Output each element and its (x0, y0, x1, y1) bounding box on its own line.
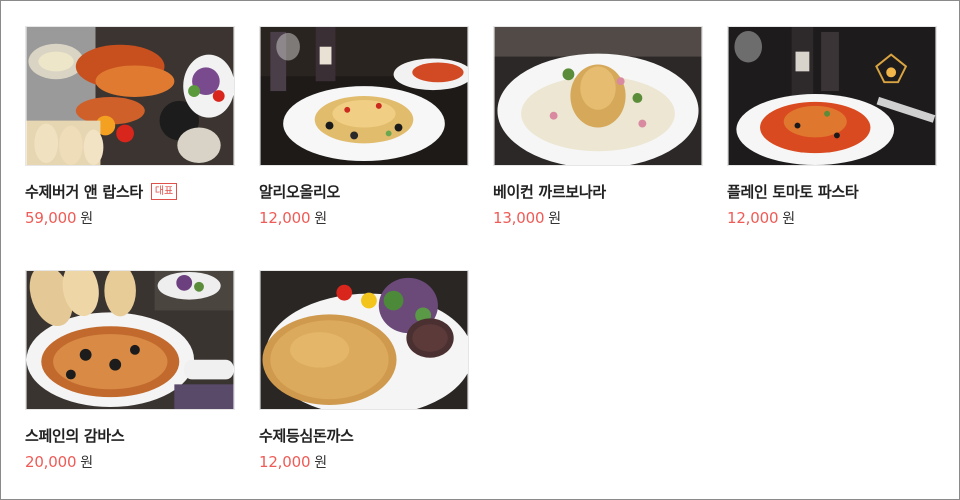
aglio-olio-photo[interactable] (259, 26, 469, 166)
menu-panel: 수제버거 앤 랍스타 대표 59,000 원 알리오올리오 12,000 원 베… (0, 0, 960, 500)
menu-item-card[interactable]: 스페인의 감바스 20,000 원 (25, 270, 235, 472)
menu-item-name[interactable]: 알리오올리오 (259, 181, 340, 202)
currency-unit: 원 (80, 211, 94, 227)
menu-item-price: 20,000 (25, 453, 77, 471)
menu-item-name-row: 수제버거 앤 랍스타 대표 (25, 180, 235, 202)
signature-badge: 대표 (150, 182, 178, 200)
menu-item-price: 12,000 (727, 209, 779, 227)
gambas-photo[interactable] (25, 270, 235, 410)
menu-item-name-row: 수제등심돈까스 (259, 424, 469, 446)
menu-item-name[interactable]: 베이컨 까르보나라 (493, 181, 606, 202)
menu-item-price-row: 12,000 원 (259, 208, 469, 228)
menu-item-name[interactable]: 수제등심돈까스 (259, 425, 354, 446)
carbonara-photo[interactable] (493, 26, 703, 166)
menu-item-name-row: 플레인 토마토 파스타 (727, 180, 937, 202)
currency-unit: 원 (782, 211, 796, 227)
tomato-pasta-photo[interactable] (727, 26, 937, 166)
pork-cutlet-photo[interactable] (259, 270, 469, 410)
currency-unit: 원 (548, 211, 562, 227)
menu-item-card[interactable]: 수제버거 앤 랍스타 대표 59,000 원 (25, 26, 235, 228)
menu-item-card[interactable]: 베이컨 까르보나라 13,000 원 (493, 26, 703, 228)
aglio-olio-image (260, 27, 468, 165)
menu-item-name-row: 스페인의 감바스 (25, 424, 235, 446)
menu-item-price-row: 20,000 원 (25, 452, 235, 472)
lobster-platter-image (26, 27, 234, 165)
menu-item-price: 12,000 (259, 209, 311, 227)
currency-unit: 원 (314, 211, 328, 227)
menu-item-price: 13,000 (493, 209, 545, 227)
menu-item-name[interactable]: 스페인의 감바스 (25, 425, 125, 446)
menu-item-price-row: 59,000 원 (25, 208, 235, 228)
menu-item-card[interactable]: 플레인 토마토 파스타 12,000 원 (727, 26, 937, 228)
currency-unit: 원 (314, 455, 328, 471)
menu-item-name[interactable]: 수제버거 앤 랍스타 (25, 181, 143, 202)
tomato-pasta-image (728, 27, 936, 165)
menu-item-card[interactable]: 알리오올리오 12,000 원 (259, 26, 469, 228)
menu-item-price-row: 12,000 원 (727, 208, 937, 228)
gambas-image (26, 271, 234, 409)
menu-item-name-row: 알리오올리오 (259, 180, 469, 202)
menu-item-card[interactable]: 수제등심돈까스 12,000 원 (259, 270, 469, 472)
carbonara-image (494, 27, 702, 165)
menu-item-price: 59,000 (25, 209, 77, 227)
menu-item-price: 12,000 (259, 453, 311, 471)
menu-item-price-row: 12,000 원 (259, 452, 469, 472)
menu-item-name[interactable]: 플레인 토마토 파스타 (727, 181, 859, 202)
menu-item-name-row: 베이컨 까르보나라 (493, 180, 703, 202)
currency-unit: 원 (80, 455, 94, 471)
lobster-platter-photo[interactable] (25, 26, 235, 166)
pork-cutlet-image (260, 271, 468, 409)
menu-item-price-row: 13,000 원 (493, 208, 703, 228)
